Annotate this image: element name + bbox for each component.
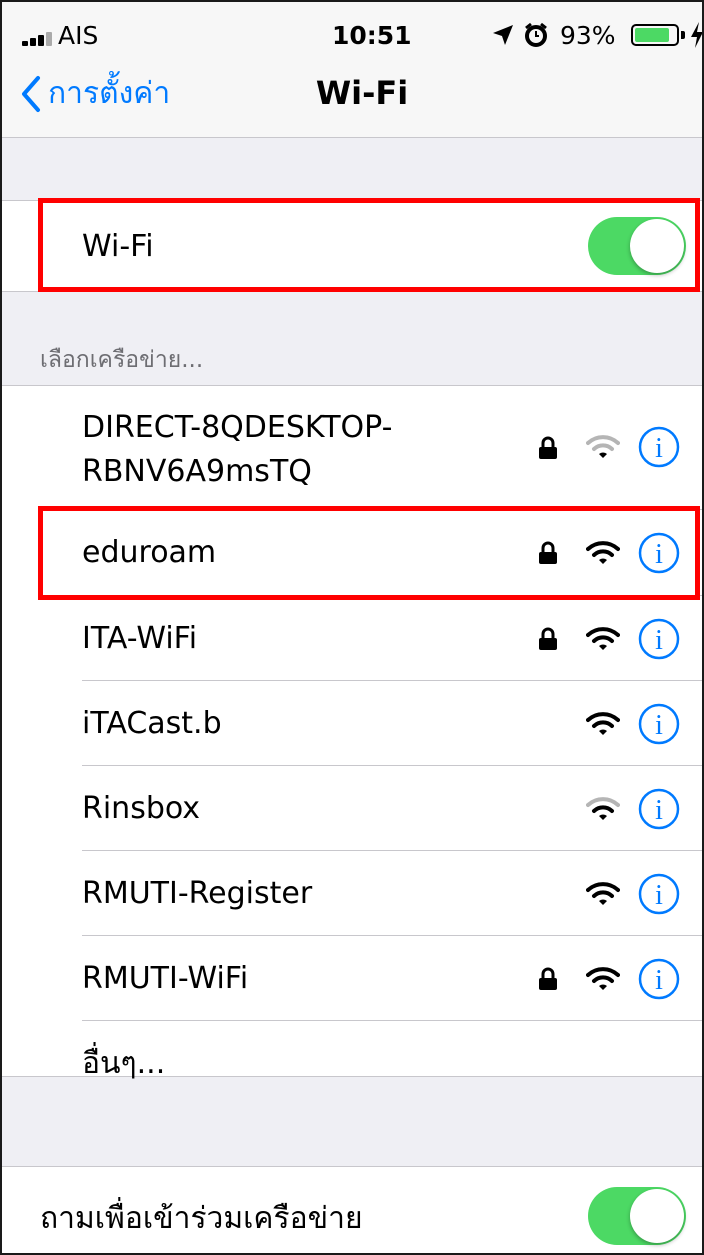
network-name: eduroam	[82, 535, 217, 570]
wifi-signal-icon	[586, 797, 620, 820]
network-name: RMUTI-Register	[82, 876, 313, 911]
network-list: DIRECT-8QDESKTOP- RBNV6A9msTQ i eduroam …	[2, 385, 702, 1081]
network-row-itacast[interactable]: iTACast.b i	[82, 681, 702, 766]
ask-to-join-label: ถามเพื่อเข้าร่วมเครือข่าย	[40, 1201, 363, 1236]
network-row-rmuti-register[interactable]: RMUTI-Register i	[82, 851, 702, 936]
carrier-name: AIS	[58, 21, 99, 50]
status-bar: AIS 10:51 93%	[2, 2, 702, 66]
toggle-knob	[630, 219, 684, 273]
charging-icon	[691, 22, 702, 48]
info-icon[interactable]: i	[638, 788, 680, 830]
header-area: AIS 10:51 93% การตั้งค่า Wi-Fi	[2, 2, 702, 138]
svg-text:i: i	[655, 880, 663, 911]
info-icon[interactable]: i	[638, 532, 680, 574]
lock-icon	[539, 541, 557, 564]
info-icon[interactable]: i	[638, 426, 680, 468]
network-name: ITA-WiFi	[82, 621, 198, 656]
screen: AIS 10:51 93% การตั้งค่า Wi-Fi Wi-Fi เลื…	[0, 0, 704, 1255]
battery-tip	[681, 31, 685, 39]
network-row-eduroam[interactable]: eduroam i	[82, 510, 702, 596]
svg-text:i: i	[655, 433, 663, 464]
wifi-signal-icon	[586, 541, 620, 564]
wifi-signal-icon	[586, 967, 620, 990]
wifi-toggle-label: Wi-Fi	[82, 229, 154, 264]
wifi-signal-icon	[586, 882, 620, 905]
svg-text:i: i	[655, 965, 663, 996]
info-icon[interactable]: i	[638, 703, 680, 745]
battery-percent: 93%	[560, 21, 616, 50]
wifi-toggle-cell: Wi-Fi	[2, 200, 702, 292]
network-name: iTACast.b	[82, 706, 222, 741]
network-name: DIRECT-8QDESKTOP-	[82, 410, 393, 445]
toggle-knob	[630, 1189, 684, 1243]
info-icon[interactable]: i	[638, 958, 680, 1000]
battery-icon	[631, 24, 679, 46]
network-row-other[interactable]: อื่นๆ...	[82, 1021, 702, 1106]
svg-text:i: i	[655, 539, 663, 570]
alarm-icon	[525, 22, 547, 47]
network-row-ita-wifi[interactable]: ITA-WiFi i	[82, 596, 702, 681]
svg-text:i: i	[655, 710, 663, 741]
info-icon[interactable]: i	[638, 873, 680, 915]
networks-section-header: เลือกเครือข่าย...	[40, 347, 204, 373]
network-row-rmuti-wifi[interactable]: RMUTI-WiFi i	[82, 936, 702, 1021]
ask-to-join-cell: ถามเพื่อเข้าร่วมเครือข่าย	[2, 1166, 702, 1253]
wifi-toggle-switch[interactable]	[588, 217, 686, 275]
lock-icon	[539, 436, 557, 459]
svg-text:i: i	[655, 625, 663, 656]
info-icon[interactable]: i	[638, 618, 680, 660]
location-icon	[493, 25, 513, 45]
network-name: Rinsbox	[82, 791, 201, 826]
network-name-line2: RBNV6A9msTQ	[82, 454, 312, 489]
network-row-direct[interactable]: DIRECT-8QDESKTOP- RBNV6A9msTQ i	[82, 386, 702, 510]
other-networks-label: อื่นๆ...	[82, 1046, 166, 1081]
network-name: RMUTI-WiFi	[82, 961, 249, 996]
wifi-signal-icon	[586, 627, 620, 650]
wifi-signal-icon	[586, 712, 620, 735]
svg-text:i: i	[655, 795, 663, 826]
page-title: Wi-Fi	[315, 74, 409, 112]
network-row-rinsbox[interactable]: Rinsbox i	[82, 766, 702, 851]
status-time: 10:51	[332, 21, 412, 50]
wifi-signal-icon	[586, 435, 620, 458]
lock-icon	[539, 967, 557, 990]
lock-icon	[539, 627, 557, 650]
ask-to-join-toggle[interactable]	[588, 1187, 686, 1245]
